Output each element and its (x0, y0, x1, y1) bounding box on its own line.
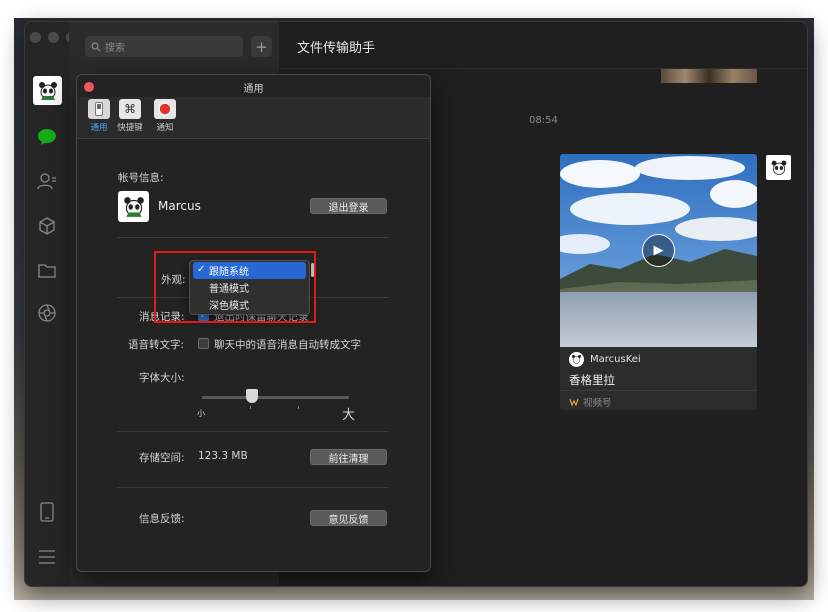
account-avatar (118, 191, 149, 222)
feedback-button[interactable]: 意见反馈 (310, 510, 387, 526)
tab-shortcuts-label: 快捷键 (117, 123, 143, 133)
message-avatar[interactable] (766, 155, 791, 180)
command-key-icon: ⌘ (119, 99, 141, 119)
panda-avatar-icon (771, 160, 786, 175)
wechat-window: 搜索 + 文件传输助手 08:54 ▶ MarcusKei 香格里拉 视频号 通… (24, 21, 808, 587)
minimize-window-button[interactable] (48, 32, 59, 43)
contacts-icon[interactable] (36, 170, 58, 192)
phone-icon[interactable] (36, 501, 58, 523)
plus-icon: + (255, 37, 268, 56)
font-size-label: 字体大小: (139, 372, 185, 384)
tab-notifications-label: 通知 (156, 123, 174, 133)
cube-icon[interactable] (36, 215, 58, 237)
separator (117, 431, 389, 432)
font-size-max: 大 (342, 408, 356, 423)
search-icon (91, 41, 101, 51)
search-input[interactable]: 搜索 (85, 36, 243, 57)
panda-avatar-icon (38, 81, 57, 100)
storage-value: 123.3 MB (198, 450, 248, 462)
prefs-content: 帐号信息: Marcus 退出登录 外观: 消息记录: ✓ 退出时保留聊天记录 … (77, 140, 430, 571)
user-avatar[interactable] (33, 76, 62, 105)
tab-notifications[interactable]: 通知 (147, 99, 183, 133)
previous-image-message[interactable] (661, 69, 757, 83)
chat-title: 文件传输助手 (297, 41, 376, 56)
record-icon (154, 99, 176, 119)
clean-storage-button[interactable]: 前往清理 (310, 449, 387, 465)
red-highlight-box (154, 251, 316, 323)
prefs-tabs: 通用 ⌘ 快捷键 通知 (77, 97, 430, 139)
feedback-label: 信息反馈: (139, 513, 185, 525)
font-size-slider[interactable] (202, 396, 349, 399)
folder-icon[interactable] (36, 259, 58, 281)
logout-button[interactable]: 退出登录 (310, 198, 387, 214)
font-size-slider-knob[interactable] (246, 389, 258, 403)
card-author: MarcusKei (569, 352, 641, 367)
separator (117, 237, 389, 238)
storage-label: 存储空间: (139, 452, 185, 464)
play-icon[interactable]: ▶ (642, 234, 675, 267)
slider-tick (250, 406, 251, 409)
tab-shortcuts[interactable]: ⌘ 快捷键 (112, 99, 148, 133)
preferences-window: 通用 通用 ⌘ 快捷键 通知 帐号信息: Marcus 退出登录 外观: 消息记… (76, 74, 431, 572)
account-label: 帐号信息: (118, 172, 164, 184)
panda-avatar-icon (123, 196, 144, 217)
tab-general-label: 通用 (90, 123, 108, 133)
font-size-min: 小 (197, 409, 205, 418)
search-placeholder: 搜索 (105, 43, 125, 54)
aperture-icon[interactable] (36, 302, 58, 324)
chat-bubble-icon[interactable] (36, 126, 58, 148)
left-nav (25, 22, 77, 586)
menu-icon[interactable] (36, 546, 58, 568)
add-button[interactable]: + (251, 36, 272, 57)
message-timestamp: 08:54 (529, 115, 558, 126)
card-author-name: MarcusKei (590, 354, 641, 365)
account-name: Marcus (158, 199, 201, 213)
voice-checkbox[interactable] (198, 338, 209, 349)
card-source-label: 视频号 (583, 398, 612, 409)
separator (117, 487, 389, 488)
card-source: 视频号 (569, 395, 612, 409)
author-avatar (569, 352, 584, 367)
switch-icon (88, 99, 110, 119)
video-channel-card[interactable]: ▶ MarcusKei 香格里拉 视频号 (560, 154, 757, 410)
card-divider (560, 390, 757, 391)
channels-icon (569, 398, 579, 406)
close-window-button[interactable] (30, 32, 41, 43)
voice-option[interactable]: 聊天中的语音消息自动转成文字 (214, 337, 361, 352)
voice-label: 语音转文字: (128, 339, 185, 351)
prefs-title: 通用 (243, 84, 264, 95)
card-caption: 香格里拉 (569, 373, 615, 387)
slider-tick (298, 406, 299, 409)
